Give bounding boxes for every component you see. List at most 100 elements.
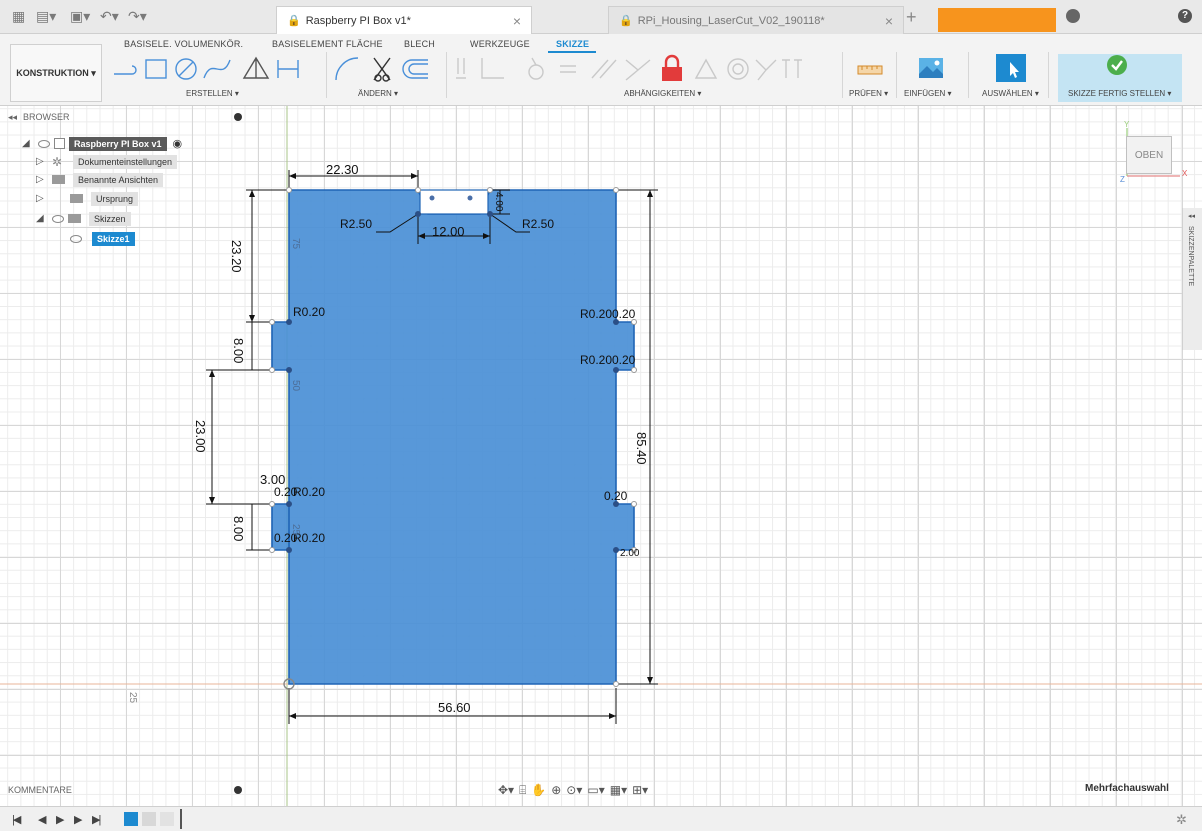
- zoom-icon[interactable]: ⊕: [551, 783, 561, 797]
- tree-item-label: Skizze1: [92, 231, 135, 246]
- save-icon[interactable]: ▣▾: [70, 9, 90, 23]
- expand-icon[interactable]: ▷: [36, 193, 46, 204]
- dim-text-23-20[interactable]: 23.20: [229, 240, 244, 273]
- step-forward-icon[interactable]: ▶: [74, 813, 83, 826]
- create-tools[interactable]: [112, 54, 322, 84]
- radius-text[interactable]: R0.20: [580, 353, 612, 367]
- expand-icon[interactable]: ◢: [22, 138, 32, 149]
- comments-panel[interactable]: KOMMENTARE: [8, 781, 252, 799]
- timeline-feature[interactable]: [160, 812, 174, 826]
- select-tool-icon[interactable]: [996, 54, 1026, 84]
- eye-icon[interactable]: [52, 214, 64, 223]
- eye-icon[interactable]: [70, 234, 82, 243]
- dim-text-8-00-b[interactable]: 8.00: [231, 516, 246, 541]
- dim-text-12-00[interactable]: 12.00: [432, 224, 465, 239]
- activate-radio-icon[interactable]: ◉: [173, 137, 183, 150]
- dim-text-23-00[interactable]: 23.00: [193, 420, 208, 453]
- timeline-marker[interactable]: [180, 809, 182, 829]
- go-to-end-icon[interactable]: ▶|: [92, 813, 101, 826]
- account-banner[interactable]: [938, 8, 1056, 32]
- tab-werkzeuge[interactable]: WERKZEUGE: [470, 39, 530, 49]
- tab-blech[interactable]: BLECH: [404, 39, 435, 49]
- insert-image-icon[interactable]: [917, 54, 947, 84]
- ribbon-separator: [968, 52, 969, 98]
- tab-basiselement-volumenkoerper[interactable]: BASISELE. VOLUMENKÖR.: [124, 39, 243, 49]
- group-modify[interactable]: ÄNDERN ▾: [358, 89, 398, 98]
- view-cube[interactable]: OBEN: [1126, 136, 1172, 174]
- browser-header[interactable]: ◂◂ BROWSER: [8, 108, 252, 126]
- redo-icon[interactable]: ↷▾: [128, 9, 147, 23]
- expand-icon[interactable]: ◂◂: [1188, 212, 1195, 220]
- tree-item-document-settings[interactable]: ▷ ✲ Dokumenteinstellungen: [36, 153, 178, 170]
- group-inspect[interactable]: PRÜFEN ▾: [849, 89, 888, 98]
- finish-sketch-label[interactable]: SKIZZE FERTIG STELLEN ▾: [1068, 89, 1171, 98]
- radius-text[interactable]: R0.20: [580, 307, 612, 321]
- expand-icon[interactable]: ▷: [36, 156, 46, 167]
- modify-tools[interactable]: [332, 54, 442, 84]
- play-icon[interactable]: ▶: [56, 813, 65, 826]
- radius-text[interactable]: R2.50: [522, 217, 554, 231]
- go-to-start-icon[interactable]: |◀: [12, 813, 21, 826]
- group-select[interactable]: AUSWÄHLEN ▾: [982, 89, 1039, 98]
- tab-skizze[interactable]: SKIZZE: [556, 39, 589, 49]
- measure-tool-icon[interactable]: [856, 54, 886, 84]
- tab-basiselement-flaeche[interactable]: BASISELEMENT FLÄCHE: [272, 39, 383, 49]
- viewports-icon[interactable]: ⊞▾: [632, 783, 648, 797]
- document-tab-title: Raspberry PI Box v1*: [305, 14, 411, 27]
- orbit-icon[interactable]: ✥▾: [498, 783, 514, 797]
- tree-item-origin[interactable]: ▷ Ursprung: [36, 190, 139, 207]
- document-tab-raspberry[interactable]: 🔒 Raspberry PI Box v1* ×: [276, 6, 532, 34]
- document-tab-housing[interactable]: 🔒 RPi_Housing_LaserCut_V02_190118* ×: [608, 6, 904, 34]
- dim-text-56-60[interactable]: 56.60: [438, 700, 471, 715]
- gear-icon[interactable]: ✲: [1176, 812, 1187, 828]
- eye-icon[interactable]: [38, 139, 50, 148]
- radius-text[interactable]: 0.20: [612, 353, 636, 367]
- timeline-feature[interactable]: [142, 812, 156, 826]
- close-tab-icon[interactable]: ×: [513, 13, 521, 29]
- tree-item-sketches[interactable]: ◢ Skizzen: [36, 210, 131, 227]
- app-grid-icon[interactable]: ▦: [12, 9, 25, 23]
- expand-icon[interactable]: ◢: [36, 213, 46, 224]
- step-back-icon[interactable]: ◀: [38, 813, 47, 826]
- tree-item-root[interactable]: ◢ Raspberry PI Box v1 ◉: [22, 135, 182, 152]
- fit-icon[interactable]: ⊙▾: [566, 783, 582, 797]
- group-insert[interactable]: EINFÜGEN ▾: [904, 89, 952, 98]
- expand-icon[interactable]: ▷: [36, 174, 46, 185]
- radius-text[interactable]: R2.50: [340, 217, 372, 231]
- group-create[interactable]: ERSTELLEN ▾: [186, 89, 239, 98]
- radius-text[interactable]: R0.20: [293, 485, 325, 499]
- dim-text-4-00[interactable]: 4.00: [493, 192, 504, 212]
- look-at-icon[interactable]: ⌸: [519, 783, 526, 798]
- dim-text-85-40[interactable]: 85.40: [634, 432, 649, 465]
- pin-icon[interactable]: [234, 786, 242, 794]
- undo-icon[interactable]: ↶▾: [100, 9, 119, 23]
- new-tab-icon[interactable]: +: [906, 8, 917, 26]
- dim-text-22-30[interactable]: 22.30: [326, 162, 359, 177]
- radius-text[interactable]: R0.20: [293, 305, 325, 319]
- workspace-dropdown[interactable]: KONSTRUKTION ▾: [10, 44, 102, 102]
- grid-settings-icon[interactable]: ▦▾: [610, 783, 627, 797]
- tree-item-named-views[interactable]: ▷ Benannte Ansichten: [36, 171, 164, 188]
- collapse-icon[interactable]: ◂◂: [8, 112, 17, 123]
- radius-text[interactable]: 0.20: [604, 489, 628, 503]
- timeline-sketch-feature[interactable]: [124, 812, 138, 826]
- radius-text[interactable]: 0.20: [612, 307, 636, 321]
- board-outline: [271, 189, 635, 685]
- coincident-constraint-icon: [481, 58, 504, 79]
- dim-text-8-00-a[interactable]: 8.00: [231, 338, 246, 363]
- help-icon[interactable]: ?: [1178, 9, 1192, 23]
- dim-text-2-00[interactable]: 2.00: [620, 548, 640, 559]
- group-constraints[interactable]: ABHÄNGIGKEITEN ▾: [624, 89, 701, 98]
- tree-item-skizze1[interactable]: Skizze1: [70, 230, 135, 247]
- constraint-tools[interactable]: [452, 54, 832, 84]
- trim-tool-icon: [373, 57, 391, 81]
- radius-text[interactable]: 0.20: [274, 485, 298, 499]
- pin-icon[interactable]: [234, 113, 242, 121]
- pan-icon[interactable]: ✋: [531, 783, 546, 797]
- job-status-icon[interactable]: [1066, 9, 1080, 23]
- display-settings-icon[interactable]: ▭▾: [587, 783, 604, 797]
- sketch-canvas[interactable]: 22.30 12.00 23.20 8.00 23.00 8.00 3.00 8…: [0, 106, 1202, 806]
- file-menu-icon[interactable]: ▤▾: [36, 9, 56, 23]
- close-tab-icon[interactable]: ×: [885, 13, 893, 29]
- sketch-palette[interactable]: ◂◂ SKIZZENPALETTE: [1182, 208, 1202, 350]
